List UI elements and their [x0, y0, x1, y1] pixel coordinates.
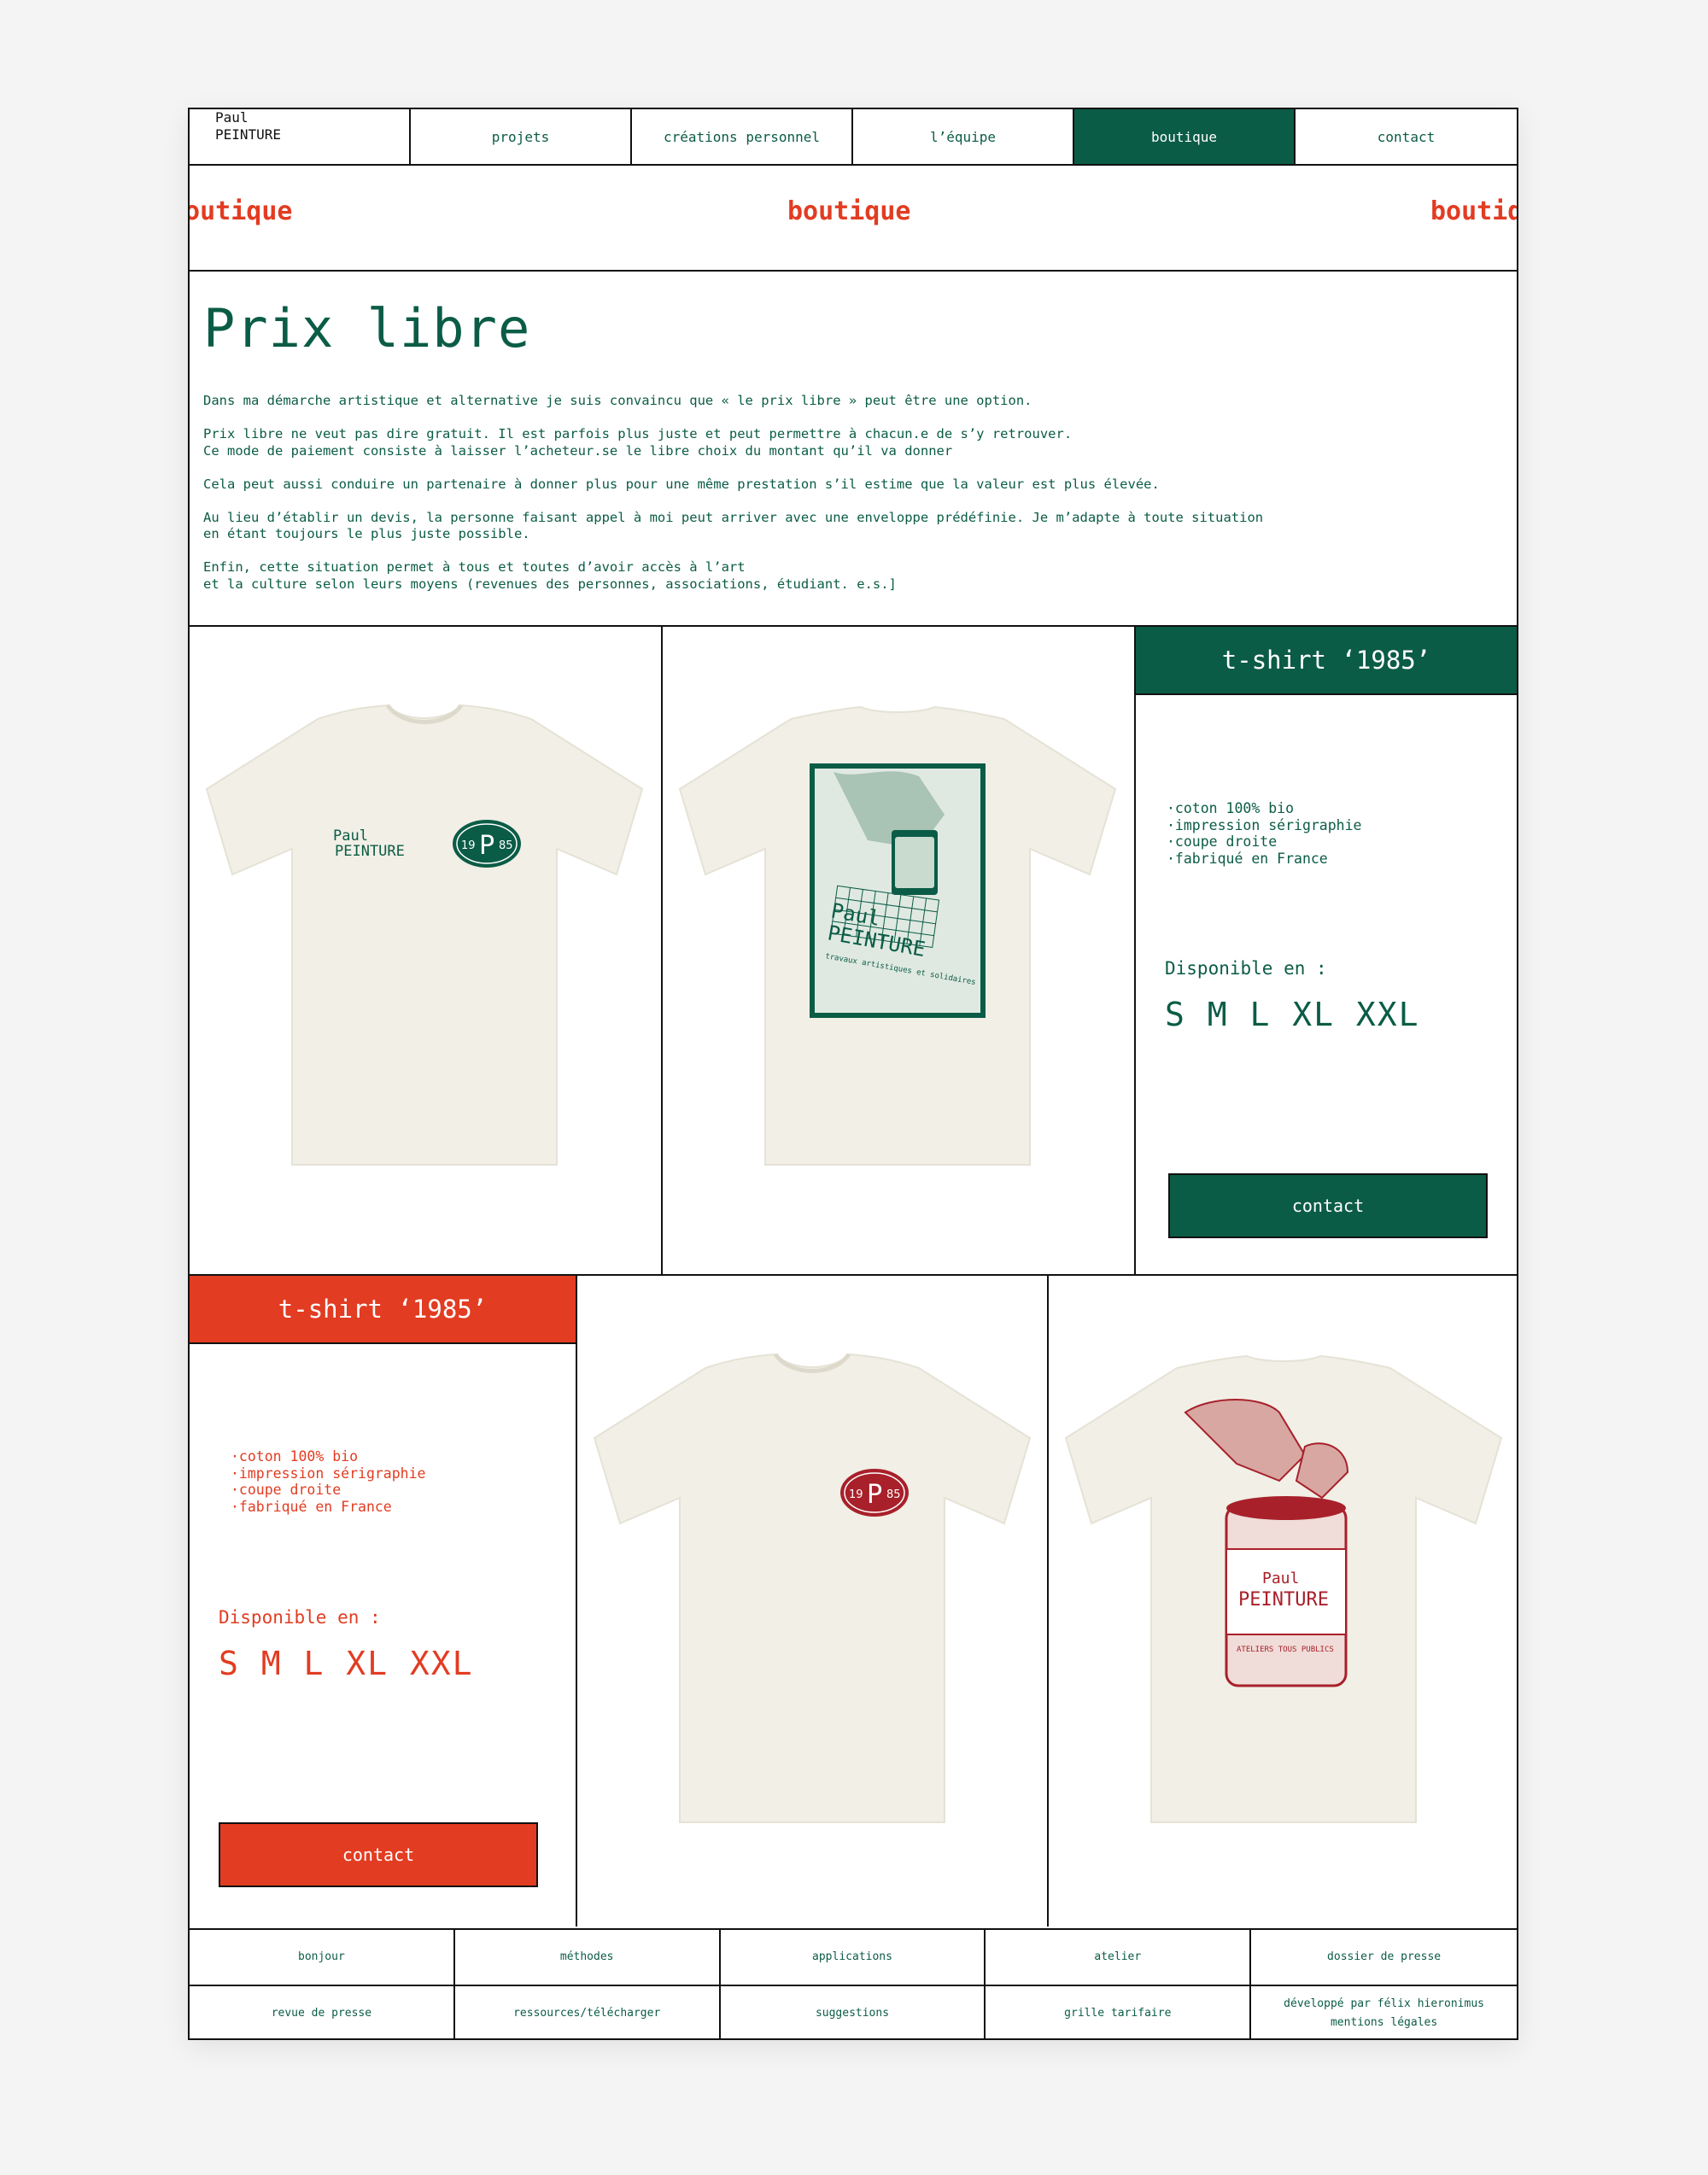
footer-link-methodes[interactable]: méthodes: [455, 1930, 721, 1985]
footer-credits: développé par félix hieronimus mentions …: [1251, 1986, 1517, 2038]
page-title: Prix libre: [203, 297, 531, 360]
logo-line1: Paul: [215, 109, 249, 126]
size-list: S M L XL XXL: [1165, 996, 1420, 1033]
footer-row: bonjour méthodes applications atelier do…: [190, 1928, 1517, 1985]
top-nav: Paul PEINTURE projets créations personne…: [190, 109, 1517, 166]
footer-link-suggestions[interactable]: suggestions: [721, 1986, 986, 2038]
availability-label: Disponible en :: [219, 1607, 381, 1628]
size-list: S M L XL XXL: [219, 1645, 474, 1682]
can-line2: PEINTURE: [1238, 1589, 1329, 1611]
badge-letter: P: [479, 831, 494, 861]
contact-button[interactable]: contact: [219, 1822, 538, 1887]
badge-left: 19: [849, 1488, 863, 1501]
product-image-back-red[interactable]: Paul PEINTURE ATELIERS TOUS PUBLICS: [1049, 1276, 1517, 1927]
tshirt-back-red-image: Paul PEINTURE ATELIERS TOUS PUBLICS: [1064, 1354, 1503, 1823]
footer-link-applications[interactable]: applications: [721, 1930, 986, 1985]
intro-paragraph: Enfin, cette situation permet à tous et …: [203, 559, 897, 592]
availability-label: Disponible en :: [1165, 958, 1327, 979]
page: Paul PEINTURE projets créations personne…: [188, 108, 1518, 2040]
nav-projets[interactable]: projets: [411, 109, 632, 164]
intro-section: Prix libre Dans ma démarche artistique e…: [190, 272, 1517, 627]
tshirt-front-red-image: 19 P 85: [593, 1353, 1032, 1823]
footer-row: revue de presse ressources/télécharger s…: [190, 1985, 1517, 2038]
intro-text: Dans ma démarche artistique et alternati…: [203, 393, 1484, 610]
product-image-back-green[interactable]: Paul PEINTURE travaux artistiques et sol…: [663, 627, 1136, 1276]
print-logo-line1: Paul: [333, 827, 368, 845]
site-logo[interactable]: Paul PEINTURE: [190, 109, 411, 164]
nav-contact[interactable]: contact: [1296, 109, 1517, 164]
marquee-text: boutique: [1430, 196, 1517, 226]
footer-credit-developer[interactable]: développé par félix hieronimus: [1284, 1995, 1484, 2014]
intro-paragraph: Prix libre ne veut pas dire gratuit. Il …: [203, 426, 1073, 459]
nav-equipe[interactable]: l’équipe: [853, 109, 1074, 164]
nav-boutique[interactable]: boutique: [1074, 109, 1296, 164]
footer-link-revue-presse[interactable]: revue de presse: [190, 1986, 455, 2038]
tshirt-front-green-image: Paul PEINTURE 19 P 85: [205, 704, 644, 1166]
badge-letter: P: [867, 1480, 882, 1510]
print-logo-line2: PEINTURE: [335, 843, 405, 860]
product-features: ·coton 100% bio ·impression sérigraphie …: [231, 1448, 426, 1515]
intro-paragraph: Cela peut aussi conduire un partenaire à…: [203, 476, 1160, 492]
nav-creations[interactable]: créations personnel: [632, 109, 853, 164]
marquee-text: boutique: [787, 196, 911, 226]
product-title: t-shirt ‘1985’: [190, 1276, 576, 1342]
marquee-text: boutique: [190, 196, 293, 226]
logo-line2: PEINTURE: [215, 126, 282, 143]
product-features: ·coton 100% bio ·impression sérigraphie …: [1167, 800, 1362, 867]
can-line1: Paul: [1262, 1570, 1299, 1587]
product-title: t-shirt ‘1985’: [1136, 627, 1517, 693]
footer-link-ressources[interactable]: ressources/télécharger: [455, 1986, 721, 2038]
can-sub: ATELIERS TOUS PUBLICS: [1237, 1646, 1334, 1654]
product-info-green: t-shirt ‘1985’ ·coton 100% bio ·impressi…: [1136, 627, 1517, 1276]
intro-paragraph: Au lieu d’établir un devis, la personne …: [203, 509, 1264, 542]
footer-link-dossier-presse[interactable]: dossier de presse: [1251, 1930, 1517, 1985]
badge-right: 85: [886, 1488, 901, 1501]
footer-link-grille-tarifaire[interactable]: grille tarifaire: [986, 1986, 1252, 2038]
footer-link-bonjour[interactable]: bonjour: [190, 1930, 455, 1985]
footer-link-mentions[interactable]: mentions légales: [1331, 2014, 1437, 2032]
intro-paragraph: Dans ma démarche artistique et alternati…: [203, 393, 1032, 408]
contact-button[interactable]: contact: [1168, 1173, 1488, 1238]
footer-link-atelier[interactable]: atelier: [986, 1930, 1252, 1985]
footer: bonjour méthodes applications atelier do…: [190, 1928, 1517, 2038]
badge-left: 19: [461, 839, 476, 852]
tshirt-back-green-image: Paul PEINTURE travaux artistiques et sol…: [678, 705, 1117, 1166]
product-image-front-green[interactable]: Paul PEINTURE 19 P 85: [190, 627, 663, 1276]
product-info-red: t-shirt ‘1985’ ·coton 100% bio ·impressi…: [190, 1276, 577, 1927]
badge-right: 85: [499, 839, 513, 852]
product-image-front-red[interactable]: 19 P 85: [577, 1276, 1049, 1927]
boutique-marquee: boutique boutique boutique: [190, 164, 1517, 272]
